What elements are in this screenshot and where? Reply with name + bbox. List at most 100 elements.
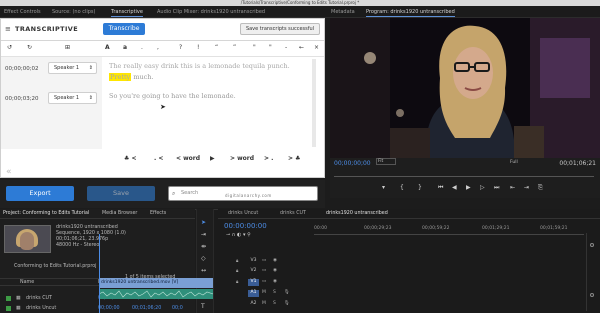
timeline-tool-icons[interactable]: ⊸ ∩ ◐ ▾ ⚲: [226, 232, 251, 238]
slip-icon[interactable]: ↔: [201, 267, 206, 274]
tab-seq-untranscribed[interactable]: drinks1920 untranscribed: [326, 211, 388, 216]
next-speaker-button[interactable]: > ♣: [288, 155, 301, 162]
backspace-icon[interactable]: ←: [299, 44, 304, 51]
track-label[interactable]: A1: [248, 290, 259, 297]
solo-icon[interactable]: S: [273, 290, 276, 295]
tab-audio-clip-mixer[interactable]: Audio Clip Mixer: drinks1920 untranscrib…: [157, 6, 265, 18]
tab-media-browser[interactable]: Media Browser: [102, 211, 137, 216]
track-label[interactable]: V3: [248, 258, 259, 265]
transcript-text[interactable]: The really easy drink this is a lemonade…: [109, 62, 290, 70]
track-label[interactable]: V1: [248, 279, 259, 286]
sync-icon[interactable]: ▭: [262, 268, 266, 273]
transcript-paragraph[interactable]: So you're going to have the lemonade.: [109, 91, 309, 102]
resolution-select[interactable]: Full: [510, 160, 518, 165]
tab-source[interactable]: Source: (no clips): [52, 6, 95, 18]
transcript-scrollbar[interactable]: [312, 59, 316, 147]
video-clip[interactable]: drinks1920 untranscribed.mov [V]: [99, 278, 213, 288]
redo-icon[interactable]: ↻: [27, 44, 32, 51]
lift-icon[interactable]: ⇤: [510, 184, 515, 191]
close-quote-button[interactable]: ”: [233, 44, 236, 51]
eye-icon[interactable]: ◉: [273, 258, 277, 263]
timeline-ruler[interactable]: 00:00 00;00;29;23 00;00;59;22 00;01;29;2…: [314, 225, 584, 235]
eye-icon[interactable]: ◉: [273, 279, 277, 284]
question-button[interactable]: ?: [179, 44, 182, 51]
collapse-icon[interactable]: «: [6, 167, 12, 177]
lowercase-button[interactable]: a: [123, 44, 127, 51]
step-forward-icon[interactable]: ▷: [480, 184, 485, 191]
step-back-icon[interactable]: ◀: [452, 184, 457, 191]
track-label[interactable]: A2: [248, 301, 259, 308]
uppercase-button[interactable]: A: [105, 44, 110, 51]
transcribe-button[interactable]: Transcribe: [103, 23, 145, 35]
lock-icon[interactable]: 🔒︎: [236, 279, 238, 285]
mark-out-icon[interactable]: }: [418, 184, 422, 191]
razor-icon[interactable]: ◇: [201, 255, 206, 262]
solo-icon[interactable]: S: [273, 301, 276, 306]
clip-thumbnail[interactable]: [4, 225, 51, 253]
audio-clip[interactable]: [98, 289, 214, 299]
playhead[interactable]: [99, 234, 100, 313]
straight-quote-button-2[interactable]: ": [269, 44, 272, 51]
next-word-button[interactable]: > word: [230, 155, 254, 162]
sync-icon[interactable]: ▭: [262, 279, 266, 284]
comma-button[interactable]: ,: [157, 44, 159, 51]
tab-effects[interactable]: Effects: [150, 211, 166, 216]
prev-sentence-button[interactable]: . <: [154, 155, 163, 162]
program-current-timecode[interactable]: 00;00;00;00: [334, 160, 371, 167]
transcript-text-muted[interactable]: So you're going to have the lemonade.: [109, 92, 236, 100]
go-to-out-icon[interactable]: ⏭: [494, 184, 499, 192]
row-timecode[interactable]: 00;00;03;20: [5, 96, 39, 102]
mic-icon[interactable]: 🎙︎: [284, 290, 290, 295]
mic-icon[interactable]: 🎙︎: [284, 301, 290, 306]
export-button[interactable]: Export: [6, 186, 74, 201]
close-icon[interactable]: ×: [314, 44, 319, 51]
track-select-icon[interactable]: ⇥: [201, 231, 206, 238]
transcript-paragraph[interactable]: The really easy drink this is a lemonade…: [109, 61, 309, 83]
mark-in-icon[interactable]: {: [400, 184, 404, 191]
program-video-frame[interactable]: [330, 18, 600, 158]
type-icon[interactable]: T: [201, 303, 205, 310]
play-button[interactable]: ▶: [210, 155, 215, 162]
next-sentence-button[interactable]: > .: [264, 155, 273, 162]
menu-icon[interactable]: ≡: [5, 25, 12, 33]
extract-icon[interactable]: ⇥: [524, 184, 529, 191]
timeline-vertical-scrollbar[interactable]: [586, 233, 596, 311]
tab-seq-drinks-cut[interactable]: drinks CUT: [280, 211, 306, 216]
add-marker-icon[interactable]: ▾: [382, 184, 385, 191]
dash-button[interactable]: -: [285, 44, 287, 51]
open-quote-button[interactable]: “: [215, 44, 218, 51]
mute-icon[interactable]: M: [262, 290, 266, 295]
program-scrub-bar[interactable]: [334, 172, 594, 177]
transcript-text-muted[interactable]: much.: [133, 73, 153, 81]
col-name[interactable]: Name: [20, 280, 34, 285]
highlighted-word[interactable]: Pretty: [109, 73, 132, 81]
save-button[interactable]: Save: [87, 186, 155, 201]
go-to-in-icon[interactable]: ⏮: [438, 184, 443, 192]
scroll-handle[interactable]: [590, 293, 594, 297]
mute-icon[interactable]: M: [262, 301, 266, 306]
tab-effect-controls[interactable]: Effect Controls: [4, 6, 41, 18]
row-timecode[interactable]: 00;00;00;02: [5, 66, 39, 72]
transcript-text-area[interactable]: The really easy drink this is a lemonade…: [102, 57, 312, 149]
tab-metadata[interactable]: Metadata: [331, 6, 355, 18]
save-transcripts-status-button[interactable]: Save transcripts successful: [240, 23, 320, 35]
prev-word-button[interactable]: < word: [176, 155, 200, 162]
exclaim-button[interactable]: !: [197, 44, 199, 51]
project-row[interactable]: ▦ drinks Uncut 00;00;00 00;01;06;20 00;0: [0, 304, 195, 313]
timeline-timecode[interactable]: 00:00:00:00: [224, 222, 267, 230]
scroll-handle[interactable]: [590, 243, 594, 247]
undo-icon[interactable]: ↺: [7, 44, 12, 51]
speaker-select[interactable]: Speaker 1 ⇕: [48, 92, 97, 104]
ripple-edit-icon[interactable]: ⇹: [201, 243, 206, 250]
speaker-select[interactable]: Speaker 1 ⇕: [48, 62, 97, 74]
eye-icon[interactable]: ◉: [273, 268, 277, 273]
period-button[interactable]: .: [141, 44, 143, 51]
selection-tool-icon[interactable]: ➤: [201, 219, 206, 226]
lock-icon[interactable]: 🔒︎: [236, 268, 238, 274]
tab-seq-drinks-uncut[interactable]: drinks Uncut: [228, 211, 258, 216]
export-frame-icon[interactable]: ⎘: [538, 184, 543, 192]
merge-icon[interactable]: ⊞: [65, 44, 70, 51]
prev-speaker-button[interactable]: ♣ <: [124, 155, 137, 162]
track-label[interactable]: V2: [248, 268, 259, 275]
tab-transcriptive[interactable]: Transcriptive: [111, 6, 143, 18]
